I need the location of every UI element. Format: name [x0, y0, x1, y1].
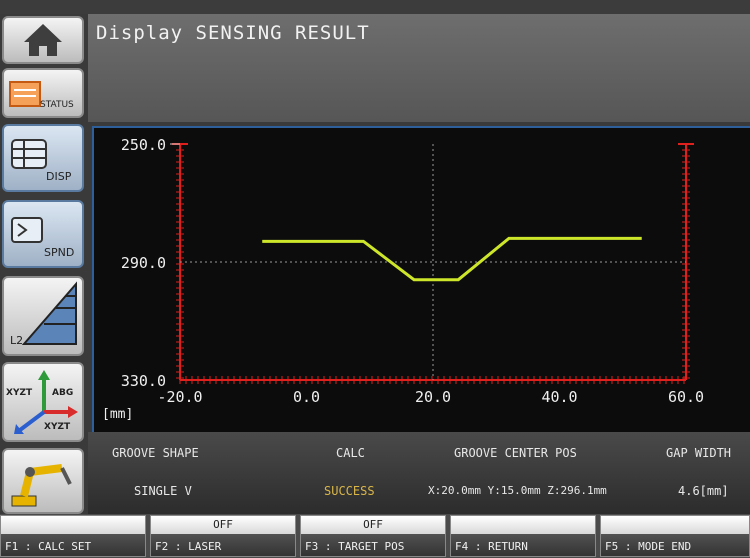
f5-label: F5 : MODE END: [605, 540, 692, 553]
coord-left-label: XYZT: [6, 388, 33, 398]
f1-label: F1 : CALC SET: [5, 540, 92, 553]
f1-calc-set-button[interactable]: F1 : CALC SET: [0, 515, 146, 557]
f4-return-button[interactable]: F4 : RETURN: [450, 515, 596, 557]
sensing-chart: 250.0290.0330.0-20.0 0.0 20.0 40.0 60.0[mm]: [102, 136, 704, 422]
gap-width-label: GAP WIDTH: [666, 446, 732, 460]
coordinate-button[interactable]: ABG XYZT XYZT: [2, 362, 84, 442]
f5-state: [601, 516, 749, 534]
title-bar: Display SENSING RESULT: [88, 14, 750, 122]
sensing-graph: 250.0 290.0 330.0 -20.0 0.0 20.0 40.0 60.0 [mm]: [92, 126, 750, 432]
y-tick-label: 290.0: [121, 254, 166, 272]
spnd-button[interactable]: SPND: [2, 200, 84, 268]
status-button[interactable]: STATUS: [2, 68, 84, 118]
coord-bottom-label: XYZT: [44, 422, 71, 432]
home-icon: [24, 24, 62, 56]
profile-line: [262, 236, 642, 282]
function-key-bar: F1 : CALC SET OFF F2 : LASER OFF F3 : TA…: [0, 514, 750, 558]
groove-shape-value: SINGLE V: [134, 484, 192, 498]
calc-status: SUCCESS: [324, 484, 375, 498]
y-tick-label: 250.0: [121, 136, 166, 154]
x-tick-label: 0.0: [293, 388, 320, 406]
spnd-label: SPND: [44, 246, 75, 259]
top-bar: [0, 0, 750, 14]
f3-label: F3 : TARGET POS: [305, 540, 405, 553]
f3-state: OFF: [301, 516, 445, 534]
groove-center-label: GROOVE CENTER POS: [454, 446, 577, 460]
robot-button[interactable]: [2, 448, 84, 514]
robot-arm-icon: [11, 464, 72, 507]
f4-state: [451, 516, 595, 534]
f1-state: [1, 516, 145, 534]
disp-label: DISP: [46, 170, 72, 183]
f2-label: F2 : LASER: [155, 540, 222, 553]
x-axis-unit-label: [mm]: [102, 407, 133, 422]
f2-laser-button[interactable]: OFF F2 : LASER: [150, 515, 296, 557]
groove-center-value: X:20.0mm Y:15.0mm Z:296.1mm: [428, 484, 607, 497]
page-title: Display SENSING RESULT: [96, 22, 370, 44]
f4-label: F4 : RETURN: [455, 540, 528, 553]
axes-icon: [14, 370, 78, 434]
x-tick-label: 20.0: [415, 388, 451, 406]
f5-mode-end-button[interactable]: F5 : MODE END: [600, 515, 750, 557]
l2-label: L2: [10, 334, 24, 347]
gap-width-value: 4.6[mm]: [678, 484, 729, 498]
disp-button[interactable]: DISP: [2, 124, 84, 192]
result-info-panel: GROOVE SHAPE SINGLE V CALC SUCCESS GROOV…: [88, 432, 750, 514]
sidebar: STATUS DISP SPND L2 ABG XYZT XYZT: [0, 14, 88, 514]
calc-label: CALC: [336, 446, 365, 460]
coord-top-label: ABG: [52, 388, 74, 398]
f3-target-pos-button[interactable]: OFF F3 : TARGET POS: [300, 515, 446, 557]
home-button[interactable]: [2, 16, 84, 64]
x-tick-label: -20.0: [157, 388, 202, 406]
x-tick-label: 60.0: [668, 388, 704, 406]
status-label: STATUS: [40, 100, 74, 110]
x-tick-label: 40.0: [541, 388, 577, 406]
f2-state: OFF: [151, 516, 295, 534]
l2-button[interactable]: L2: [2, 276, 84, 356]
groove-shape-label: GROOVE SHAPE: [112, 446, 199, 460]
